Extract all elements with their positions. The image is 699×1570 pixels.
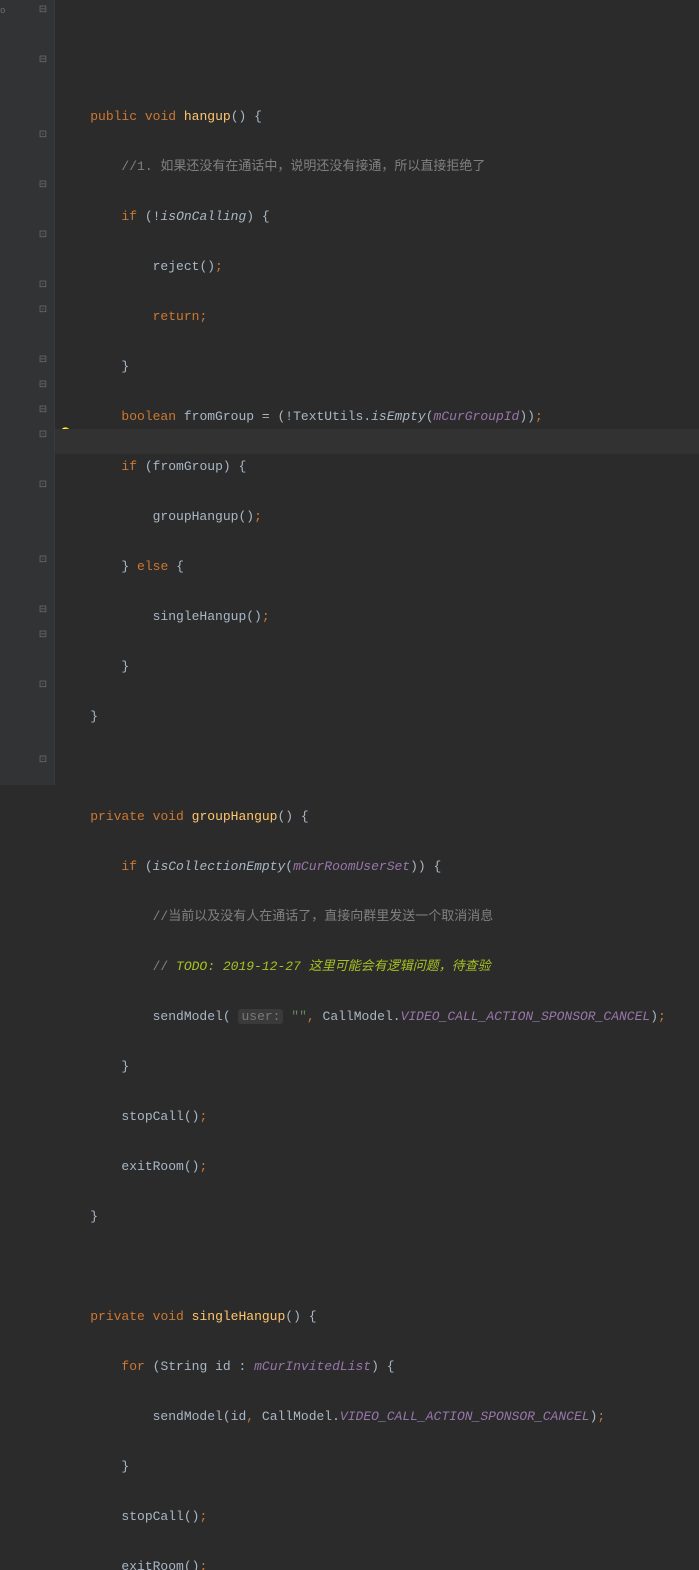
override-icon[interactable]: o <box>0 6 10 16</box>
fold-icon[interactable]: ⊟ <box>38 631 48 641</box>
code-line[interactable]: singleHangup(); <box>59 604 699 629</box>
code-line[interactable]: } <box>59 1204 699 1229</box>
code-line[interactable]: sendModel(id, CallModel.VIDEO_CALL_ACTIO… <box>59 1404 699 1429</box>
code-line[interactable]: for (String id : mCurInvitedList) { <box>59 1354 699 1379</box>
fold-end-icon[interactable]: ⊡ <box>38 231 48 241</box>
fold-end-icon[interactable]: ⊡ <box>38 681 48 691</box>
code-line[interactable]: } <box>59 704 699 729</box>
code-line[interactable]: groupHangup(); <box>59 504 699 529</box>
code-editor[interactable]: public void hangup() { //1. 如果还没有在通话中，说明… <box>55 0 699 785</box>
fold-end-icon[interactable]: ⊡ <box>38 131 48 141</box>
fold-icon[interactable]: ⊟ <box>38 606 48 616</box>
fold-icon[interactable]: ⊟ <box>38 181 48 191</box>
fold-icon[interactable]: ⊟ <box>38 56 48 66</box>
fold-icon[interactable]: ⊟ <box>38 356 48 366</box>
fold-end-icon[interactable]: ⊡ <box>38 756 48 766</box>
code-line[interactable]: if (fromGroup) { <box>59 454 699 479</box>
code-line[interactable]: stopCall(); <box>59 1104 699 1129</box>
code-line[interactable]: private void singleHangup() { <box>59 1304 699 1329</box>
code-line[interactable]: stopCall(); <box>59 1504 699 1529</box>
code-line[interactable]: public void hangup() { <box>59 104 699 129</box>
code-line[interactable] <box>59 754 699 779</box>
code-line[interactable]: } else { <box>59 554 699 579</box>
fold-end-icon[interactable]: ⊡ <box>38 556 48 566</box>
editor-gutter[interactable]: o ⊟ ⊟ ⊡ ⊟ ⊡ ⊡ ⊡ ⊟ ⊟ ⊟ 💡 ⊡ ⊡ ⊡ ⊟ ⊟ ⊡ ⊡ <box>0 0 55 785</box>
fold-end-icon[interactable]: ⊡ <box>38 306 48 316</box>
code-line[interactable]: // TODO: 2019-12-27 这里可能会有逻辑问题，待查验 <box>59 954 699 979</box>
code-line[interactable]: //1. 如果还没有在通话中，说明还没有接通，所以直接拒绝了 <box>59 154 699 179</box>
code-line[interactable]: exitRoom(); <box>59 1554 699 1570</box>
fold-end-icon[interactable]: ⊡ <box>38 281 48 291</box>
code-line[interactable]: return; <box>59 304 699 329</box>
fold-icon[interactable]: ⊟ <box>38 406 48 416</box>
fold-icon[interactable]: ⊟ <box>38 381 48 391</box>
fold-end-icon[interactable]: ⊡ <box>38 431 48 441</box>
code-line[interactable]: if (!isOnCalling) { <box>59 204 699 229</box>
fold-end-icon[interactable]: ⊡ <box>38 481 48 491</box>
code-line[interactable]: } <box>59 1054 699 1079</box>
code-line[interactable]: exitRoom(); <box>59 1154 699 1179</box>
code-line[interactable]: reject(); <box>59 254 699 279</box>
code-line[interactable]: } <box>59 354 699 379</box>
code-line[interactable]: } <box>59 1454 699 1479</box>
code-line[interactable]: private void groupHangup() { <box>59 804 699 829</box>
code-line[interactable]: if (isCollectionEmpty(mCurRoomUserSet)) … <box>59 854 699 879</box>
code-line[interactable] <box>59 1254 699 1279</box>
code-line[interactable]: boolean fromGroup = (!TextUtils.isEmpty(… <box>59 404 699 429</box>
code-line[interactable]: sendModel( user: "", CallModel.VIDEO_CAL… <box>59 1004 699 1029</box>
code-line[interactable]: //当前以及没有人在通话了，直接向群里发送一个取消消息 <box>59 904 699 929</box>
fold-icon[interactable]: ⊟ <box>38 6 48 16</box>
code-line[interactable]: } <box>59 654 699 679</box>
